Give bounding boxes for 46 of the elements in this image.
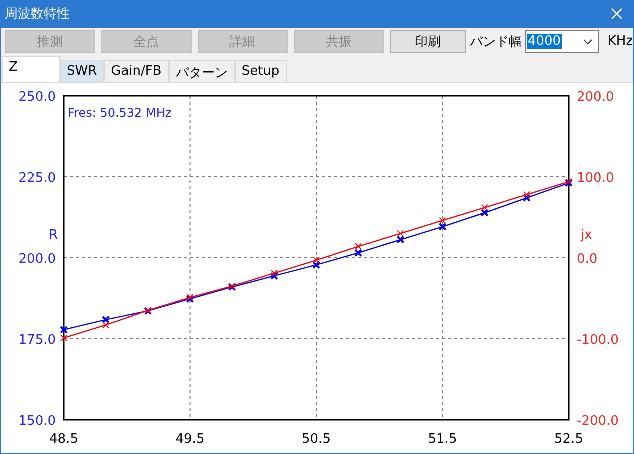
tab[interactable]: Gain/FB bbox=[104, 60, 169, 82]
unit-label: KHz bbox=[608, 34, 633, 49]
y-tick-label: 200.0 bbox=[18, 252, 56, 267]
x-tick-label: 50.5 bbox=[302, 432, 331, 447]
point bbox=[60, 326, 68, 334]
point bbox=[354, 249, 363, 258]
y-tick-label: 100.0 bbox=[577, 171, 614, 186]
axis-label: jx bbox=[581, 228, 592, 243]
point bbox=[523, 191, 530, 198]
bandwidth-dropdown[interactable]: 4000 bbox=[524, 30, 599, 53]
y-tick-label: 225.0 bbox=[18, 171, 56, 186]
tab[interactable]: Z bbox=[2, 56, 60, 82]
y-tick-label: -200.0 bbox=[577, 414, 619, 429]
point bbox=[312, 261, 320, 270]
x-tick-label: 48.5 bbox=[50, 432, 78, 447]
point bbox=[439, 217, 446, 224]
x-tick-label: 52.5 bbox=[554, 432, 584, 447]
axis-label: R bbox=[48, 228, 58, 243]
point bbox=[397, 230, 404, 238]
tab[interactable]: パターン bbox=[168, 60, 235, 82]
y-tick-label: 200.0 bbox=[577, 90, 614, 105]
x-tick-label: 49.5 bbox=[176, 432, 205, 447]
x-tick-label: 51.5 bbox=[428, 432, 458, 447]
point bbox=[102, 322, 110, 329]
point bbox=[60, 334, 68, 342]
y-tick-label: 175.0 bbox=[18, 333, 56, 348]
y-tick-label: 0.0 bbox=[577, 252, 598, 267]
point bbox=[480, 208, 489, 217]
point bbox=[396, 236, 405, 244]
bandwidth-label: バンド幅 bbox=[470, 34, 522, 50]
tab[interactable]: Setup bbox=[234, 60, 287, 82]
y-tick-label: 250.0 bbox=[18, 90, 56, 105]
point bbox=[481, 204, 488, 212]
point bbox=[102, 316, 110, 324]
y-tick-label: -100.0 bbox=[577, 333, 619, 348]
point bbox=[522, 194, 531, 202]
y-tick-label: 150.0 bbox=[18, 414, 56, 429]
resonance-annotation: Fres: 50.532 MHz bbox=[68, 106, 172, 120]
point bbox=[438, 222, 447, 231]
point bbox=[313, 256, 320, 264]
point bbox=[355, 243, 362, 250]
tab[interactable]: SWR bbox=[60, 60, 104, 82]
point bbox=[270, 272, 278, 280]
toolbar-button[interactable]: 印刷 bbox=[390, 30, 466, 53]
window-title: 周波数特性 bbox=[5, 6, 70, 23]
point bbox=[270, 270, 278, 277]
